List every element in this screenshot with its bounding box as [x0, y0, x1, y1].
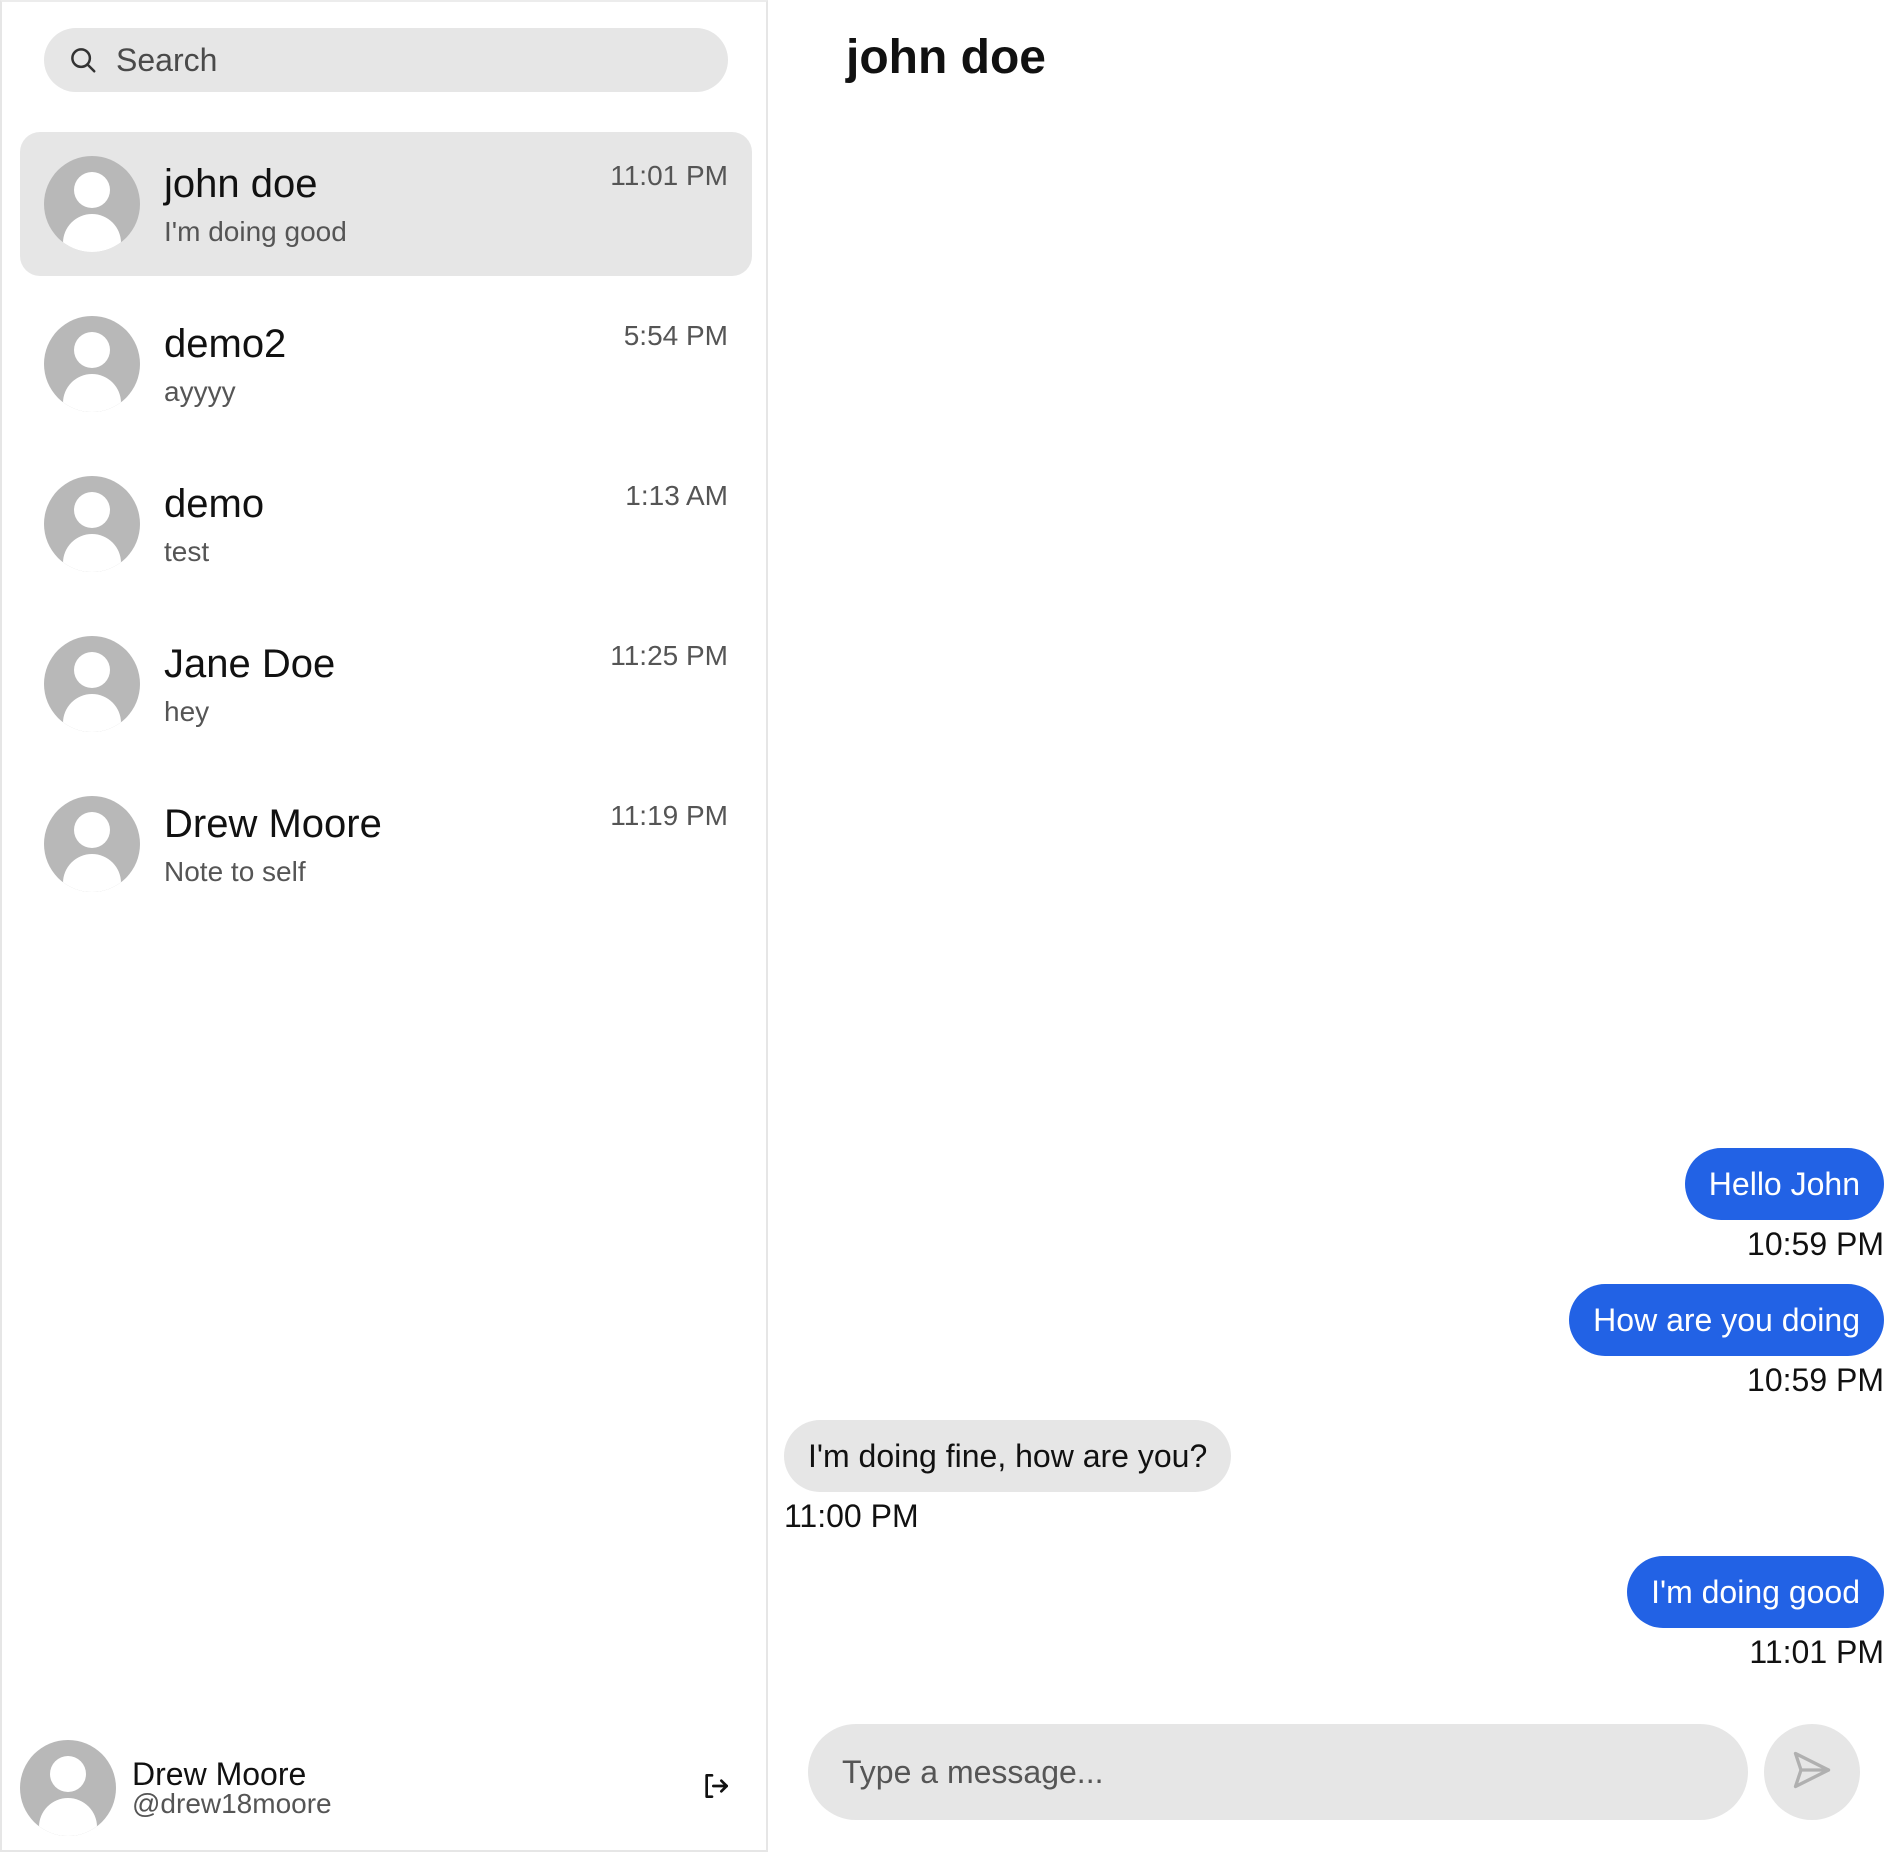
conversation-name: demo2 — [164, 322, 287, 366]
conversation-time: 11:01 PM — [610, 160, 728, 191]
search-icon — [68, 45, 98, 75]
conversation-time: 5:54 PM — [623, 320, 728, 351]
send-button[interactable] — [1764, 1724, 1860, 1820]
conversation-item[interactable]: Drew Moore Note to self 11:19 PM — [20, 772, 752, 916]
logout-icon — [700, 1770, 732, 1807]
conversation-name: john doe — [164, 162, 318, 206]
message-bubble-outgoing: How are you doing — [1569, 1284, 1884, 1356]
conversation-name: Jane Doe — [164, 642, 336, 686]
message-time: 11:00 PM — [784, 1498, 919, 1534]
logout-button[interactable] — [692, 1764, 740, 1812]
conversation-time: 11:25 PM — [610, 640, 728, 671]
chat-title: john doe — [846, 31, 1046, 84]
message-bubble-incoming: I'm doing fine, how are you? — [784, 1420, 1232, 1492]
conversation-item[interactable]: john doe I'm doing good 11:01 PM — [20, 132, 752, 276]
message-bubble-outgoing: I'm doing good — [1627, 1556, 1884, 1628]
conversation-item[interactable]: demo2 ayyyy 5:54 PM — [20, 292, 752, 436]
user-handle: @drew18moore — [132, 1788, 332, 1819]
conversation-preview: I'm doing good — [164, 216, 347, 247]
conversation-preview: Note to self — [164, 856, 306, 887]
user-avatar — [20, 1740, 116, 1836]
conversation-item[interactable]: Jane Doe hey 11:25 PM — [20, 612, 752, 756]
message-input[interactable]: Type a message... — [808, 1724, 1748, 1820]
message-time: 11:01 PM — [1749, 1634, 1884, 1670]
message-time: 10:59 PM — [1747, 1362, 1884, 1398]
sidebar: Search john doe I'm doing good 11:01 PM … — [0, 0, 768, 1852]
avatar — [44, 476, 140, 572]
conversation-time: 11:19 PM — [610, 800, 728, 831]
messaging-app: Search john doe I'm doing good 11:01 PM … — [0, 0, 1900, 1852]
message-bubble-outgoing: Hello John — [1684, 1148, 1884, 1220]
send-icon — [1790, 1748, 1834, 1797]
conversation-preview: test — [164, 536, 210, 567]
conversation-name: Drew Moore — [164, 802, 382, 846]
search-bar[interactable]: Search — [44, 28, 728, 92]
conversation-preview: hey — [164, 696, 210, 727]
conversation-item[interactable]: demo test 1:13 AM — [20, 452, 752, 596]
chat-panel: john doe Hello John 10:59 PM How are you… — [768, 0, 1900, 1852]
avatar — [44, 316, 140, 412]
current-user-profile: Drew Moore @drew18moore — [20, 1740, 752, 1836]
conversation-time: 1:13 AM — [625, 480, 728, 511]
conversation-preview: ayyyy — [164, 376, 236, 407]
avatar — [44, 636, 140, 732]
message-time: 10:59 PM — [1747, 1226, 1884, 1262]
message-input-placeholder: Type a message... — [842, 1753, 1104, 1790]
avatar — [44, 796, 140, 892]
avatar — [44, 156, 140, 252]
conversation-name: demo — [164, 482, 265, 526]
search-input[interactable]: Search — [116, 42, 217, 79]
